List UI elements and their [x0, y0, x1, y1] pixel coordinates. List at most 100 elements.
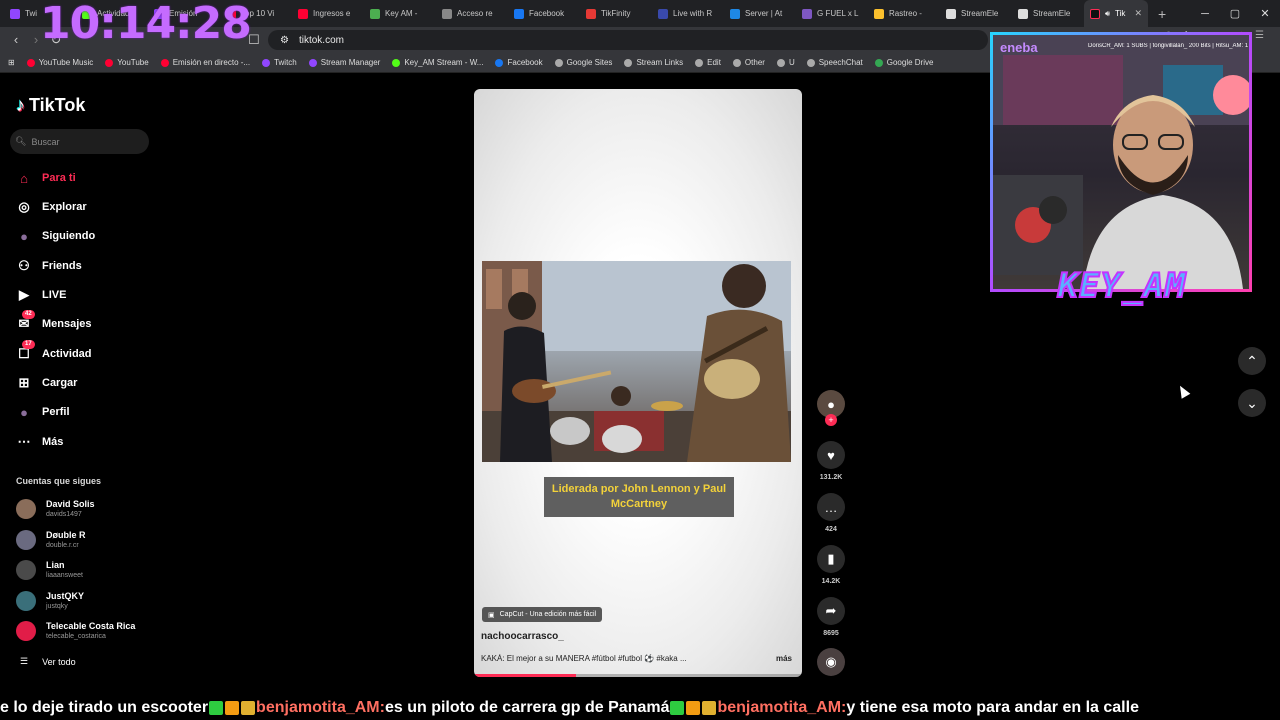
capcut-label: CapCut - Una edición más fácil — [499, 611, 597, 618]
sidebar-item-upload[interactable]: ⊞ Cargar — [16, 373, 78, 393]
close-window-button[interactable]: ✕ — [1250, 0, 1280, 27]
account-handle: justqky — [46, 603, 68, 610]
following-account[interactable]: Lian liaaansweet — [16, 560, 83, 580]
bookmark-item[interactable]: Stream Links — [624, 58, 683, 67]
following-account[interactable]: David Solis davids1497 — [16, 499, 95, 519]
tab-favicon-icon — [946, 8, 956, 19]
webcam-overlay — [990, 32, 1252, 292]
bookmark-item[interactable]: U — [776, 58, 795, 67]
following-account[interactable]: Telecable Costa Rica telecable_costarica — [16, 621, 135, 641]
bookmark-item[interactable]: Stream Manager — [308, 58, 380, 67]
bookmark-item[interactable]: Twitch — [262, 58, 297, 67]
new-tab-button[interactable]: + — [1148, 6, 1176, 22]
share-count: 8695 — [823, 630, 839, 637]
bookmark-item[interactable]: Google Sites — [554, 58, 613, 67]
tab-favicon-icon — [514, 8, 524, 19]
tab-favicon-icon — [874, 8, 884, 19]
sidebar-item-messages[interactable]: ✉ 42 Mensajes — [16, 310, 92, 334]
tiktok-logo[interactable]: ♪ TikTok — [16, 95, 85, 116]
tiktok-favicon-icon — [1090, 8, 1100, 19]
account-text: Lian liaaansweet — [46, 560, 83, 580]
bookmark-label: YouTube — [117, 58, 149, 67]
home-icon: ⌂ — [20, 170, 28, 186]
url-field[interactable]: ⚙ tiktok.com — [268, 30, 988, 50]
chat-badge-icon — [225, 701, 240, 715]
account-handle: liaaansweet — [46, 572, 83, 579]
menu-icon[interactable]: ☰ — [1255, 30, 1264, 41]
bookmark-label: Edit — [707, 58, 721, 67]
see-all-label: Ver todo — [42, 656, 76, 667]
sidebar-item-home[interactable]: ⌂ Para ti — [16, 168, 76, 188]
browser-tab[interactable]: Live with R — [652, 0, 724, 27]
apps-icon[interactable]: ⊞ — [8, 58, 15, 67]
subs-ticker: DorisCR_AM: 1 SUBS | tongivillalan_ 200 … — [1088, 43, 1248, 49]
browser-tab[interactable]: Ingresos e — [292, 0, 364, 27]
video-progress-fill — [474, 674, 576, 677]
bookmark-label: Google Sites — [566, 58, 613, 67]
following-account[interactable]: JustQKY justqky — [16, 591, 84, 611]
notification-badge: 42 — [22, 310, 35, 319]
browser-tab[interactable]: TikFinity — [580, 0, 652, 27]
capcut-badge[interactable]: ▣ CapCut - Una edición más fácil — [482, 607, 603, 622]
browser-tab[interactable]: StreamEle — [940, 0, 1012, 27]
bookmark-item[interactable]: Emisión en directo -... — [160, 58, 250, 67]
music-disc[interactable]: ◉ — [817, 648, 845, 676]
follow-plus-icon[interactable]: + — [825, 414, 837, 426]
browser-tab[interactable]: G FUEL x L — [796, 0, 868, 27]
bookmark-item[interactable]: Edit — [695, 58, 721, 67]
bookmark-label: Other — [744, 58, 765, 67]
sidebar-item-activity[interactable]: ☐ 17 Actividad — [16, 340, 92, 364]
browser-tab[interactable]: Key AM - — [364, 0, 436, 27]
site-info-icon[interactable]: ⚙ — [280, 35, 289, 46]
next-video-button[interactable]: ⌄ — [1238, 389, 1266, 417]
minimize-button[interactable]: ─ — [1190, 0, 1220, 27]
share-arrow-icon: ➦ — [817, 597, 845, 625]
sidebar-item-avatar[interactable]: ● Siguiendo — [16, 226, 95, 246]
save-action[interactable]: ▮ 14.2K — [817, 545, 845, 585]
browser-tab[interactable]: Rastreo - — [868, 0, 940, 27]
tiktok-wordmark: TikTok — [29, 95, 86, 115]
video-subtitle: Liderada por John Lennon y Paul McCartne… — [544, 477, 734, 517]
bookmark-item[interactable]: Facebook — [495, 58, 543, 67]
comment-action[interactable]: … 424 — [817, 493, 845, 533]
author-avatar[interactable]: ● + — [817, 390, 845, 426]
search-input[interactable]: 🔍︎ Buscar — [10, 129, 149, 154]
video-player[interactable]: Liderada por John Lennon y Paul McCartne… — [474, 89, 802, 677]
chat-badge-icon — [209, 701, 224, 715]
active-tab[interactable]: 🔊︎ Tik ✕ — [1084, 0, 1148, 27]
back-icon[interactable]: ‹ — [8, 32, 24, 48]
bookmark-item[interactable]: Google Drive — [874, 58, 933, 67]
sidebar-item-live[interactable]: ▶ LIVE — [16, 285, 66, 305]
sidebar-item-label: Cargar — [42, 377, 78, 389]
bookmark-item[interactable]: YouTube Music — [26, 58, 93, 67]
maximize-button[interactable]: ▢ — [1220, 0, 1250, 27]
browser-tab[interactable]: Facebook — [508, 0, 580, 27]
sidebar-item-friends[interactable]: ⚇ Friends — [16, 256, 82, 276]
share-action[interactable]: ➦ 8695 — [817, 597, 845, 637]
bookmark-item[interactable]: SpeechChat — [806, 58, 863, 67]
see-all-link[interactable]: ☰ Ver todo — [20, 656, 76, 667]
heart-icon: ♥ — [817, 441, 845, 469]
bookmark-item[interactable]: Other — [732, 58, 765, 67]
account-avatar — [16, 530, 36, 550]
messages-icon: ✉ 42 — [16, 310, 35, 332]
browser-tab[interactable]: Acceso re — [436, 0, 508, 27]
url-text: tiktok.com — [298, 34, 344, 46]
video-author[interactable]: nachoocarrasco_ — [481, 631, 564, 642]
following-account[interactable]: Døuble R double.r.cr — [16, 530, 86, 550]
close-tab-icon[interactable]: ✕ — [1134, 8, 1142, 19]
bookmark-item[interactable]: YouTube — [105, 58, 149, 67]
video-progress-bar[interactable] — [474, 674, 802, 677]
account-name: Telecable Costa Rica — [46, 621, 136, 631]
browser-tab[interactable]: Server | At — [724, 0, 796, 27]
sidebar-item-profile[interactable]: ● Perfil — [16, 402, 69, 422]
browser-tab[interactable]: StreamEle — [1012, 0, 1084, 27]
sidebar-item-compass[interactable]: ◎ Explorar — [16, 197, 86, 217]
sidebar-item-more[interactable]: ⋯ Más — [16, 432, 64, 452]
chat-badge-icon — [670, 701, 685, 715]
chat-badge-icon — [686, 701, 701, 715]
like-action[interactable]: ♥ 131.2K — [817, 441, 845, 481]
caption-more-link[interactable]: más — [776, 654, 792, 663]
bookmark-item[interactable]: Key_AM Stream - W... — [392, 58, 483, 67]
previous-video-button[interactable]: ⌃ — [1238, 347, 1266, 375]
